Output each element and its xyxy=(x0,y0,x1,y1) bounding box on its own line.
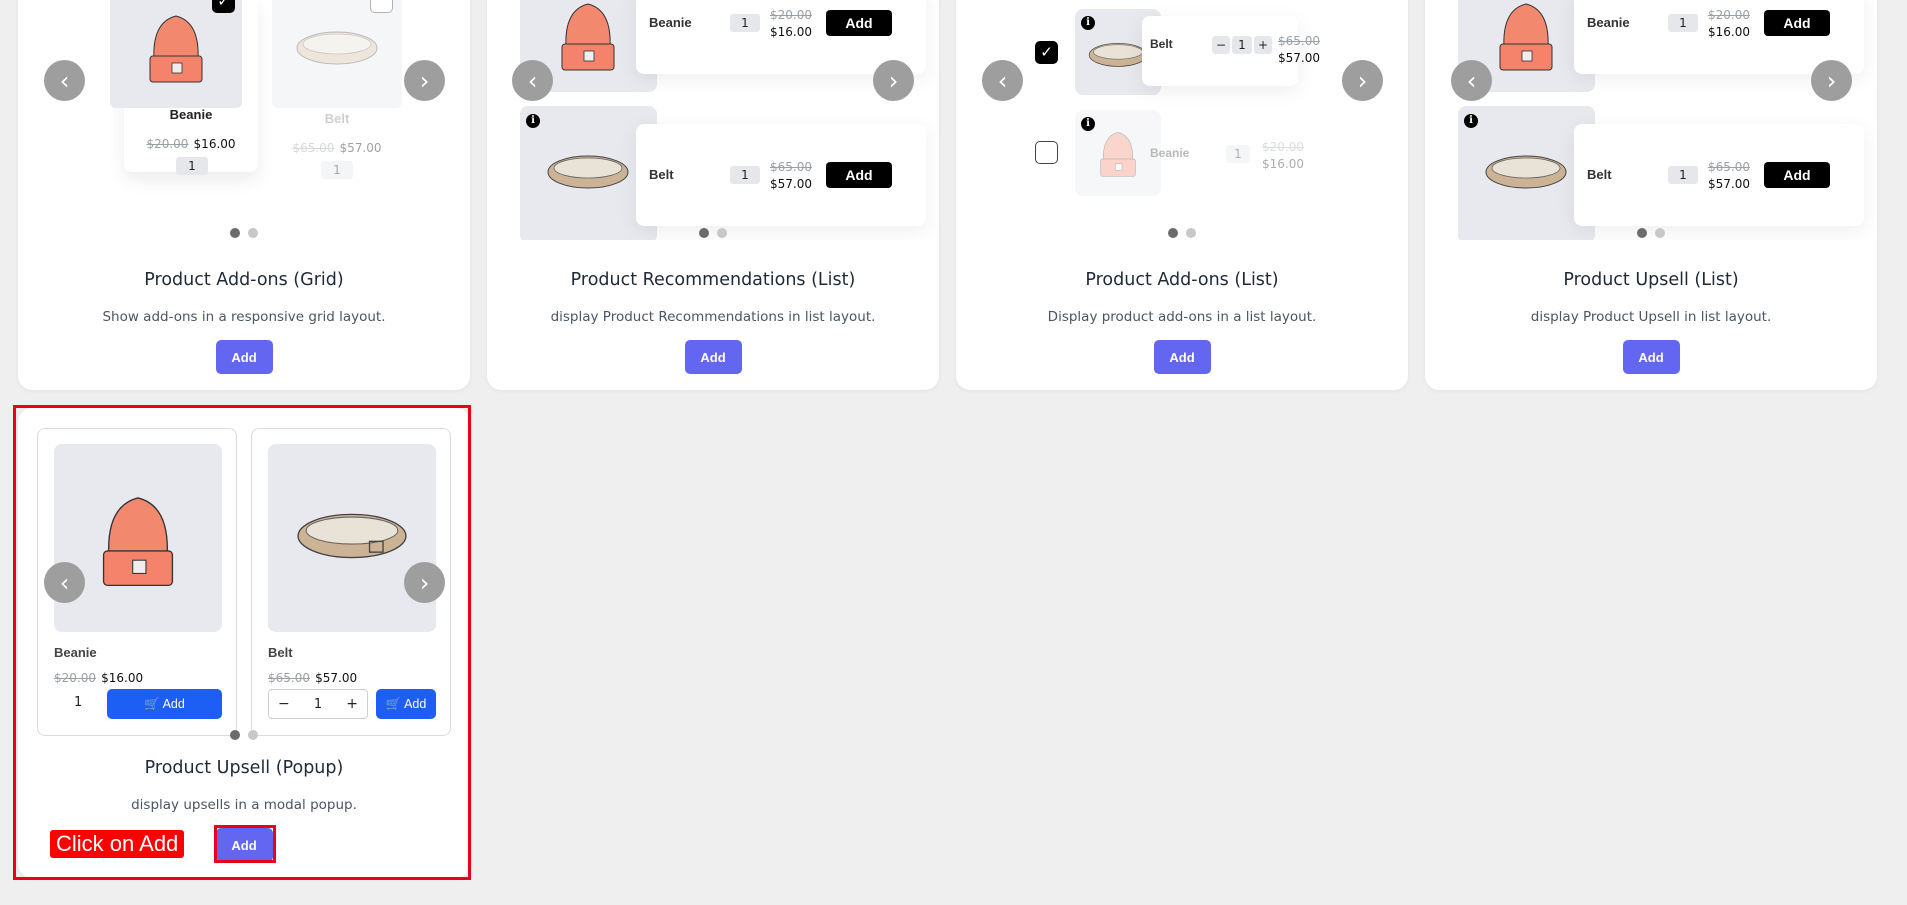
belt-image xyxy=(1485,155,1567,189)
list-item-belt: Belt − 1 + $65.00 $57.00 xyxy=(1142,16,1320,86)
select-checkbox-belt[interactable]: ✓ xyxy=(1035,41,1058,64)
carousel-dot[interactable] xyxy=(1168,228,1178,238)
carousel-dots xyxy=(1168,228,1196,238)
product-price-beanie: $20.00 $16.00 xyxy=(146,137,236,151)
info-icon[interactable]: i xyxy=(526,114,540,128)
price: $65.00 $57.00 xyxy=(770,160,812,191)
product-upsell-list-card: Beanie 1 $20.00 $16.00 Add i Belt 1 $65.0… xyxy=(1425,0,1877,390)
carousel-dot[interactable] xyxy=(1637,228,1647,238)
quantity-input[interactable]: 1 xyxy=(730,14,760,32)
select-checkbox-beanie[interactable]: ✓ xyxy=(212,0,235,13)
carousel-dots xyxy=(1637,228,1665,238)
belt-image xyxy=(1088,42,1148,67)
card-title: Product Recommendations (List) xyxy=(570,270,856,290)
product-addons-grid-card: ✓ Beanie $20.00 $16.00 1 Belt $65.00 $57… xyxy=(18,0,470,390)
card-description: display Product Upsell in list layout. xyxy=(1530,309,1772,325)
quantity-input[interactable]: 1 xyxy=(1232,36,1252,54)
price: $20.00 $16.00 xyxy=(770,8,812,39)
card-title: Product Add-ons (List) xyxy=(1085,270,1279,290)
highlight-add-button xyxy=(214,825,276,863)
carousel-dot[interactable] xyxy=(699,228,709,238)
carousel-prev-button[interactable]: ‹ xyxy=(1451,60,1492,101)
quantity-input[interactable]: 1 xyxy=(1668,14,1698,32)
carousel-dots xyxy=(230,228,258,238)
carousel-next-button[interactable]: › xyxy=(873,60,914,101)
product-name: Beanie xyxy=(1150,146,1190,160)
info-icon[interactable]: i xyxy=(1464,114,1478,128)
price: $20.00 $16.00 xyxy=(1262,140,1304,171)
card-preview: ✓ Beanie $20.00 $16.00 1 Belt $65.00 $57… xyxy=(18,0,470,240)
add-widget-button[interactable]: Add xyxy=(684,340,742,374)
add-widget-button[interactable]: Add xyxy=(1622,340,1680,374)
price: $20.00 $16.00 xyxy=(1708,8,1750,39)
add-widget-button[interactable]: Add xyxy=(1153,340,1211,374)
card-description: display Product Recommendations in list … xyxy=(550,309,876,325)
card-preview: ✓ i Belt − 1 + $65.00 $57.00 Beanie 1 $2… xyxy=(956,0,1408,240)
product-recommendations-list-card: Beanie 1 $20.00 $16.00 Add i Belt 1 $65.0… xyxy=(487,0,939,390)
list-item-beanie: Beanie 1 $20.00 $16.00 xyxy=(1075,110,1315,196)
card-title: Product Add-ons (Grid) xyxy=(144,270,344,290)
product-tile-belt[interactable]: Belt $65.00 $57.00 1 xyxy=(270,0,404,179)
product-name: Beanie xyxy=(649,15,692,30)
select-checkbox-beanie[interactable] xyxy=(1035,141,1058,164)
card-preview: Beanie 1 $20.00 $16.00 Add i Belt 1 $65.0… xyxy=(1425,0,1877,240)
instruction-callout: Click on Add xyxy=(50,830,185,858)
belt-image xyxy=(296,31,378,65)
card-preview: Beanie 1 $20.00 $16.00 Add i Belt 1 $65.0… xyxy=(487,0,939,240)
beanie-image xyxy=(1499,3,1553,71)
list-item-belt: Belt 1 $65.00 $57.00 Add xyxy=(1574,124,1864,226)
card-title: Product Upsell (List) xyxy=(1563,270,1739,290)
info-icon[interactable]: i xyxy=(1081,16,1095,30)
carousel-next-button[interactable]: › xyxy=(404,60,445,101)
beanie-image xyxy=(1100,131,1136,177)
add-to-cart-button[interactable]: Add xyxy=(826,10,892,36)
select-checkbox-belt[interactable] xyxy=(370,0,393,13)
carousel-dot[interactable] xyxy=(248,228,258,238)
product-name: Beanie xyxy=(1587,15,1630,30)
carousel-prev-button[interactable]: ‹ xyxy=(512,60,553,101)
price: $65.00 $57.00 xyxy=(1708,160,1750,191)
product-name-beanie: Beanie xyxy=(169,107,213,122)
quantity-beanie[interactable]: 1 xyxy=(176,157,208,175)
belt-image xyxy=(547,155,629,189)
minus-button[interactable]: − xyxy=(1212,36,1230,54)
carousel-dot[interactable] xyxy=(717,228,727,238)
beanie-image xyxy=(149,15,203,83)
price: $65.00 $57.00 xyxy=(1278,34,1320,65)
product-name: Belt xyxy=(1150,37,1173,51)
plus-button[interactable]: + xyxy=(1254,36,1272,54)
carousel-dot[interactable] xyxy=(1655,228,1665,238)
quantity-input[interactable]: 1 xyxy=(1226,145,1250,163)
product-name: Belt xyxy=(1587,167,1612,182)
beanie-image xyxy=(561,3,615,71)
carousel-next-button[interactable]: › xyxy=(1811,60,1852,101)
product-image-beanie xyxy=(110,0,242,108)
card-description: Display product add-ons in a list layout… xyxy=(1047,309,1317,325)
quantity-input[interactable]: 1 xyxy=(730,166,760,184)
product-addons-list-card: ✓ i Belt − 1 + $65.00 $57.00 Beanie 1 $2… xyxy=(956,0,1408,390)
product-image-belt xyxy=(272,0,402,108)
product-name-belt: Belt xyxy=(324,111,350,126)
list-item-belt: Belt 1 $65.00 $57.00 Add xyxy=(636,124,926,226)
carousel-dot[interactable] xyxy=(1186,228,1196,238)
carousel-prev-button[interactable]: ‹ xyxy=(982,60,1023,101)
quantity-stepper[interactable]: − 1 + xyxy=(1212,36,1272,54)
add-to-cart-button[interactable]: Add xyxy=(826,162,892,188)
carousel-dot[interactable] xyxy=(230,228,240,238)
card-description: Show add-ons in a responsive grid layout… xyxy=(102,309,386,325)
add-to-cart-button[interactable]: Add xyxy=(1764,10,1830,36)
product-name: Belt xyxy=(649,167,674,182)
carousel-next-button[interactable]: › xyxy=(1342,60,1383,101)
info-icon[interactable]: i xyxy=(1081,117,1095,131)
product-price-belt: $65.00 $57.00 xyxy=(292,141,382,155)
carousel-dots xyxy=(699,228,727,238)
quantity-input[interactable]: 1 xyxy=(1668,166,1698,184)
carousel-prev-button[interactable]: ‹ xyxy=(44,60,85,101)
add-to-cart-button[interactable]: Add xyxy=(1764,162,1830,188)
highlight-box xyxy=(13,405,471,880)
add-widget-button[interactable]: Add xyxy=(215,340,273,374)
quantity-belt[interactable]: 1 xyxy=(321,161,353,179)
